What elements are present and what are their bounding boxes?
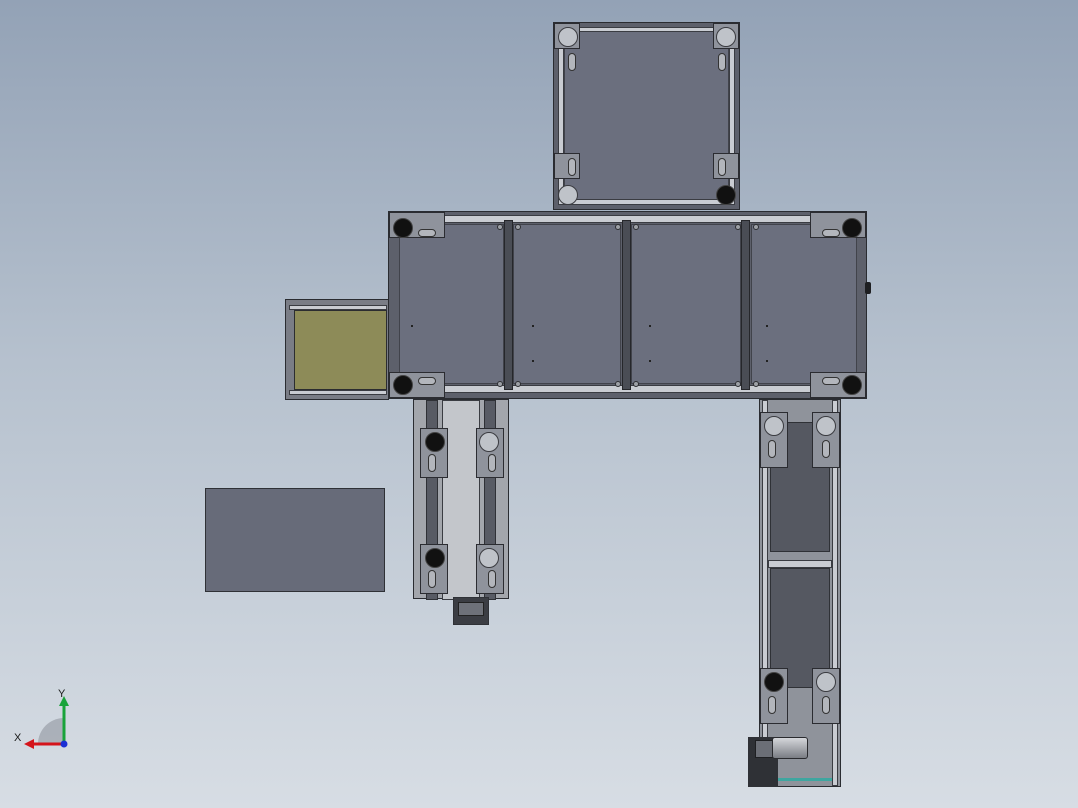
- main-module-post: [622, 220, 631, 390]
- main-module-bolt: [735, 381, 741, 387]
- lower-right-module-caster-swivel: [822, 696, 830, 714]
- standalone-plate[interactable]: [205, 488, 385, 592]
- main-module-bolt: [497, 381, 503, 387]
- top-module-corner-br: [713, 153, 739, 179]
- main-module-caster-swivel: [822, 229, 840, 237]
- lower-left-module-frame[interactable]: [413, 399, 509, 600]
- top-module-caster-swivel: [568, 53, 576, 71]
- orientation-triad[interactable]: Y X: [14, 688, 74, 752]
- lower-left-module-caster-wheel: [479, 548, 499, 568]
- main-module-post: [504, 220, 513, 390]
- main-module-bolt: [515, 381, 521, 387]
- top-module-frame[interactable]: [553, 22, 740, 210]
- triad-x-label: X: [14, 732, 22, 744]
- left-feeder-rail: [289, 305, 387, 310]
- main-module-bolt: [753, 381, 759, 387]
- top-module-caster-wheel: [716, 185, 736, 205]
- model-viewport[interactable]: [0, 0, 1078, 808]
- panel-marker: [766, 360, 768, 362]
- lower-right-module-crossbar: [768, 560, 832, 568]
- lower-right-module-caster-wheel: [764, 672, 784, 692]
- panel-marker: [532, 325, 534, 327]
- panel-marker: [766, 325, 768, 327]
- top-module-caster-wheel: [558, 185, 578, 205]
- lower-right-module-frame[interactable]: [759, 399, 841, 787]
- lower-left-module-caster-wheel: [425, 548, 445, 568]
- panel-marker: [649, 325, 651, 327]
- main-module-caster-wheel: [393, 218, 413, 238]
- lower-left-module-caster-wheel: [425, 432, 445, 452]
- lower-right-module-caster-swivel: [768, 696, 776, 714]
- triad-z-axis: [60, 740, 68, 748]
- lower-right-module-caster-swivel: [822, 440, 830, 458]
- main-module-caster-swivel: [418, 377, 436, 385]
- main-module-bolt: [615, 381, 621, 387]
- panel-marker: [649, 360, 651, 362]
- triad-x-arrow: [24, 739, 34, 749]
- top-module-rail-bottom: [558, 199, 735, 205]
- main-module-caster-wheel: [393, 375, 413, 395]
- top-module-caster-swivel: [568, 158, 576, 176]
- lower-right-module-caster-swivel: [768, 440, 776, 458]
- main-module-caster-wheel: [842, 218, 862, 238]
- top-module-panel: [564, 31, 729, 201]
- main-module-caster-swivel: [418, 229, 436, 237]
- lower-left-module-caster-wheel: [479, 432, 499, 452]
- panel-marker: [532, 360, 534, 362]
- main-module-bolt: [633, 224, 639, 230]
- panel-marker: [411, 325, 413, 327]
- main-module-bolt: [497, 224, 503, 230]
- lower-left-module-caster-swivel: [488, 570, 496, 588]
- top-module-caster-swivel: [718, 53, 726, 71]
- main-module-bolt: [735, 224, 741, 230]
- top-module-rail-top: [558, 27, 735, 32]
- lower-left-motor: [453, 597, 489, 625]
- top-module-corner-bl: [554, 153, 580, 179]
- lower-left-module-caster-swivel: [428, 454, 436, 472]
- top-module-caster-swivel: [718, 158, 726, 176]
- main-module-bolt: [753, 224, 759, 230]
- left-feeder-inner: [294, 310, 387, 390]
- lower-right-motor: [772, 737, 808, 759]
- side-connector: [865, 282, 871, 294]
- lower-left-module-caster-swivel: [488, 454, 496, 472]
- left-feeder-frame[interactable]: [285, 299, 389, 400]
- top-module-caster-wheel: [558, 27, 578, 47]
- lower-right-module-caster-wheel: [816, 672, 836, 692]
- lower-right-module-caster-wheel: [764, 416, 784, 436]
- motor-flange: [458, 602, 484, 616]
- main-module-bolt: [615, 224, 621, 230]
- main-module-frame[interactable]: [388, 211, 871, 399]
- top-module-caster-wheel: [716, 27, 736, 47]
- triad-plane-shade: [38, 718, 64, 744]
- main-module-panel-1: [399, 224, 504, 384]
- lower-right-module-belt-edge: [770, 778, 832, 781]
- main-module-panel-2: [513, 224, 621, 384]
- main-module-bolt: [515, 224, 521, 230]
- main-module-bolt: [633, 381, 639, 387]
- main-module-post: [741, 220, 750, 390]
- main-module-caster-swivel: [822, 377, 840, 385]
- lower-right-module-caster-wheel: [816, 416, 836, 436]
- triad-y-label: Y: [58, 688, 66, 700]
- main-module-caster-wheel: [842, 375, 862, 395]
- main-module-panel-3: [631, 224, 741, 384]
- left-feeder-rail: [289, 390, 387, 395]
- lower-left-module-caster-swivel: [428, 570, 436, 588]
